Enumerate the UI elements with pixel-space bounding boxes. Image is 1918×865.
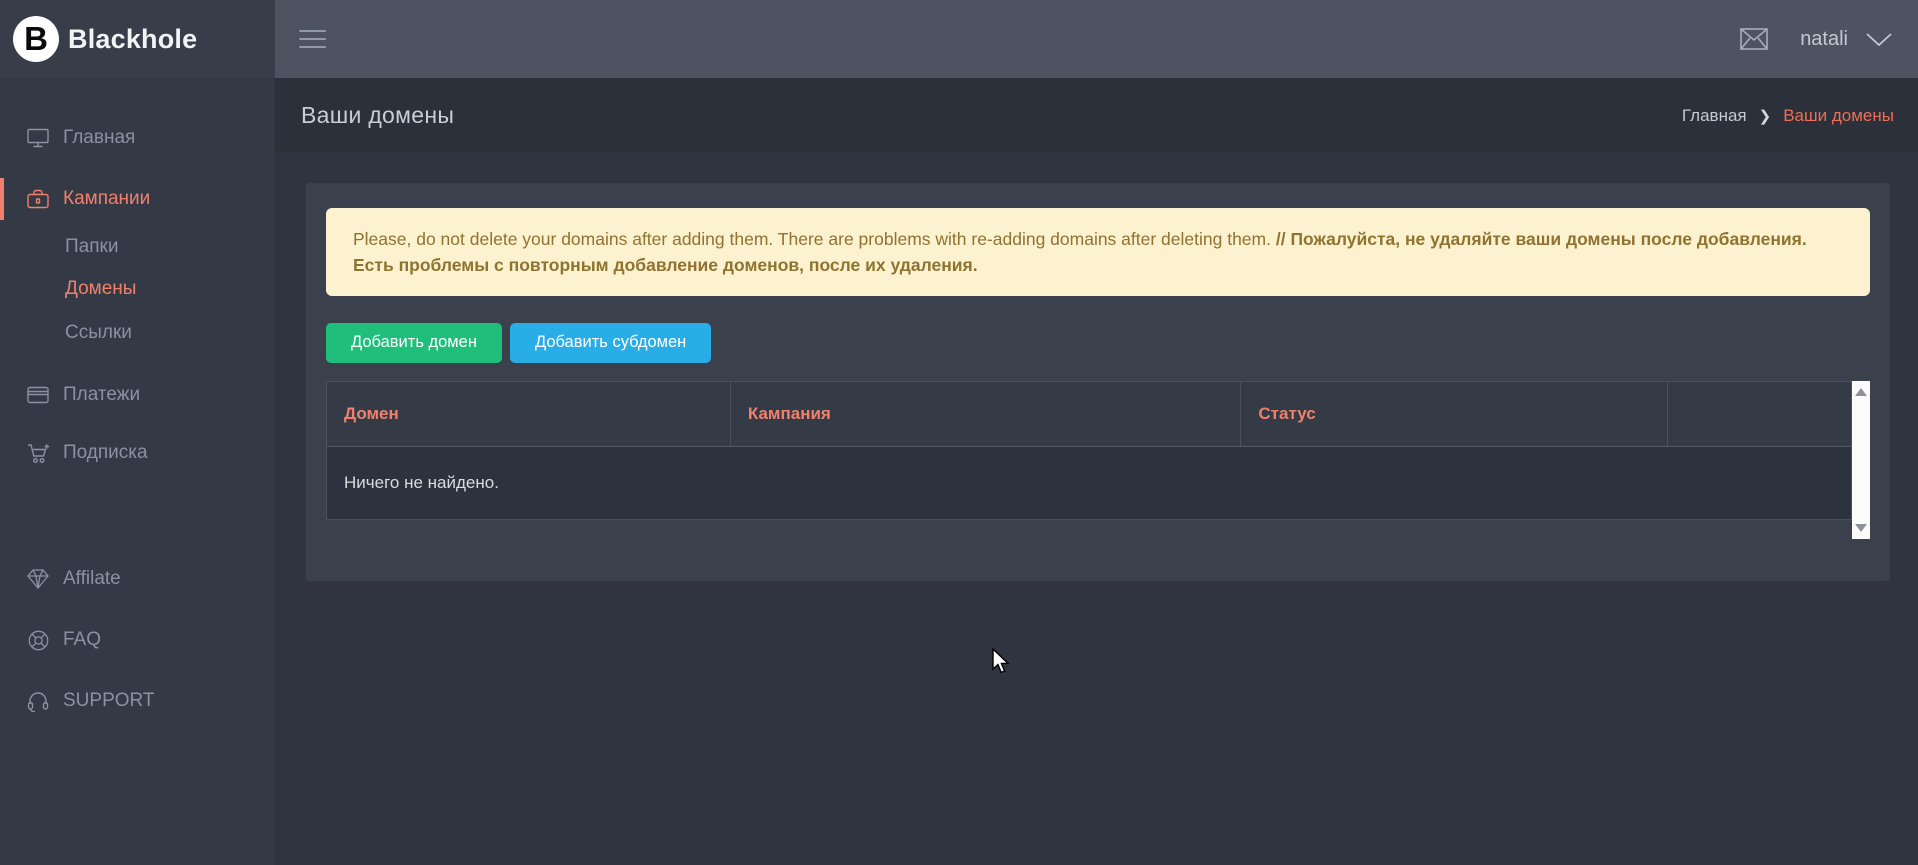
sidebar-item-support[interactable]: SUPPORT xyxy=(0,680,275,722)
actions-row: Добавить домен Добавить субдомен xyxy=(326,323,1870,363)
top-bar: B Blackhole natali xyxy=(0,0,1918,78)
sidebar-item-label: SUPPORT xyxy=(63,690,155,712)
sidebar-item-label: Папки xyxy=(65,236,118,258)
sidebar-item-campaigns[interactable]: Кампании xyxy=(0,178,275,220)
cart-plus-icon xyxy=(26,443,50,464)
sidebar-item-label: Affilate xyxy=(63,568,121,590)
top-bar-right: natali xyxy=(275,0,1918,78)
sidebar-item-payments[interactable]: Платежи xyxy=(0,374,275,416)
username[interactable]: natali xyxy=(1800,28,1848,51)
alert-text-en: Please, do not delete your domains after… xyxy=(353,229,1271,249)
column-header-status: Статус xyxy=(1241,382,1668,446)
sidebar-item-affiliate[interactable]: Affilate xyxy=(0,558,275,600)
add-subdomain-button[interactable]: Добавить субдомен xyxy=(510,323,711,363)
headset-icon xyxy=(26,691,50,712)
brand-logo[interactable]: B Blackhole xyxy=(0,0,275,78)
sidebar-item-label: Домены xyxy=(65,278,136,300)
table-empty-row: Ничего не найдено. xyxy=(327,446,1851,519)
logo-letter: B xyxy=(24,22,48,55)
page-title: Ваши домены xyxy=(301,102,454,129)
page-header: Ваши домены Главная ❯ Ваши домены xyxy=(275,78,1918,153)
scroll-down-icon[interactable] xyxy=(1855,524,1867,532)
sidebar-item-label: Ссылки xyxy=(65,322,132,344)
blackhole-logo-icon: B xyxy=(13,16,59,62)
domains-table-wrap: Домен Кампания Статус Ничего не найдено. xyxy=(326,381,1870,539)
gem-icon xyxy=(26,569,50,589)
sidebar-item-label: Подписка xyxy=(63,442,148,464)
column-header-campaign: Кампания xyxy=(731,382,1242,446)
sidebar-item-home[interactable]: Главная xyxy=(0,117,275,159)
hamburger-menu-icon[interactable] xyxy=(297,18,328,60)
mail-icon[interactable] xyxy=(1740,28,1768,50)
sidebar-item-label: Кампании xyxy=(63,188,150,210)
breadcrumb: Главная ❯ Ваши домены xyxy=(1682,106,1894,126)
breadcrumb-current: Ваши домены xyxy=(1783,106,1894,126)
credit-card-icon xyxy=(26,386,50,404)
column-header-actions xyxy=(1668,382,1851,446)
add-domain-button[interactable]: Добавить домен xyxy=(326,323,502,363)
scroll-up-icon[interactable] xyxy=(1855,388,1867,396)
sidebar: Главная Кампании Папки Домены Ссылки Пла… xyxy=(0,78,275,865)
sidebar-item-label: Платежи xyxy=(63,384,140,406)
domains-card: Please, do not delete your domains after… xyxy=(306,183,1890,581)
sidebar-item-subscription[interactable]: Подписка xyxy=(0,432,275,474)
brand-name: Blackhole xyxy=(68,24,197,55)
chevron-down-icon[interactable] xyxy=(1866,33,1892,46)
warning-alert: Please, do not delete your domains after… xyxy=(326,208,1870,296)
table-scrollbar[interactable] xyxy=(1852,381,1870,539)
sidebar-item-links[interactable]: Ссылки xyxy=(0,312,275,354)
table-header-row: Домен Кампания Статус xyxy=(327,382,1851,446)
monitor-icon xyxy=(26,128,50,148)
briefcase-icon xyxy=(26,189,50,209)
sidebar-item-folders[interactable]: Папки xyxy=(0,226,275,268)
sidebar-item-label: Главная xyxy=(63,127,135,149)
breadcrumb-chevron-icon: ❯ xyxy=(1759,107,1772,125)
domains-table: Домен Кампания Статус Ничего не найдено. xyxy=(326,381,1852,520)
sidebar-item-label: FAQ xyxy=(63,629,101,651)
main-content: Please, do not delete your domains after… xyxy=(275,153,1918,865)
life-ring-icon xyxy=(26,630,50,651)
breadcrumb-home-link[interactable]: Главная xyxy=(1682,106,1747,126)
sidebar-item-domains[interactable]: Домены xyxy=(0,268,275,310)
column-header-domain: Домен xyxy=(327,382,731,446)
empty-message: Ничего не найдено. xyxy=(344,473,499,493)
sidebar-item-faq[interactable]: FAQ xyxy=(0,619,275,661)
